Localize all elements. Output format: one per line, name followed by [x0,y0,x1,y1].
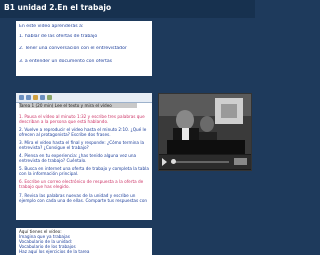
task-heading: Tarea 1 (20 min) Lee el texto y mira el … [19,103,112,108]
page-title: B1 unidad 2.En el trabajo [4,3,112,12]
intro-panel: En este vídeo aprenderás a: 1. hablar de… [16,21,152,76]
play-icon[interactable] [162,158,167,166]
task-item-7: 7. Revisa las palabras nuevas de la unid… [19,193,148,203]
task-item-6: 6. Escribe un correo electrónico de resp… [19,179,144,189]
task-item-4: 4. Piensa en tu experiencia: ¿has tenido… [19,153,137,163]
volume-icon[interactable] [234,158,247,165]
list-icon[interactable] [40,95,45,100]
editor-toolbar[interactable] [16,93,152,103]
link-icon[interactable] [33,95,38,100]
bold-icon[interactable] [19,95,24,100]
intro-line-4: 3. a entender un documento con ofertas [19,59,113,64]
resource-link-4[interactable]: Haz aquí los ejercicios de la tarea [19,249,149,254]
seek-handle[interactable] [171,159,176,164]
italic-icon[interactable] [26,95,31,100]
title-bar: B1 unidad 2.En el trabajo [0,0,255,18]
task-item-2: 2. Vuelve a reproducir el vídeo hasta el… [19,127,147,137]
task-item-5: 5. Busca en internet una oferta de traba… [19,166,149,176]
intro-line-2: 1. hablar de las ofertas de trabajo [19,34,98,39]
task-panel: Tarea 1 (20 min) Lee el texto y mira el … [16,93,152,220]
resources-panel: Aquí tienes el vídeo: Imagina que ya tra… [16,228,152,255]
seek-bar[interactable] [171,161,229,163]
intro-line-3: 2. Tener una conversación con el entrevi… [19,46,127,51]
task-item-3: 3. Mira el vídeo hasta el final y respon… [19,140,145,150]
task-item-1: 1. Pausa el vídeo al minuto 1:32 y escri… [19,114,145,124]
intro-line-1: En este vídeo aprenderás a: [19,24,84,29]
video-player[interactable] [158,93,252,171]
video-frame[interactable] [159,94,251,154]
video-controls [159,155,251,169]
image-icon[interactable] [47,95,52,100]
